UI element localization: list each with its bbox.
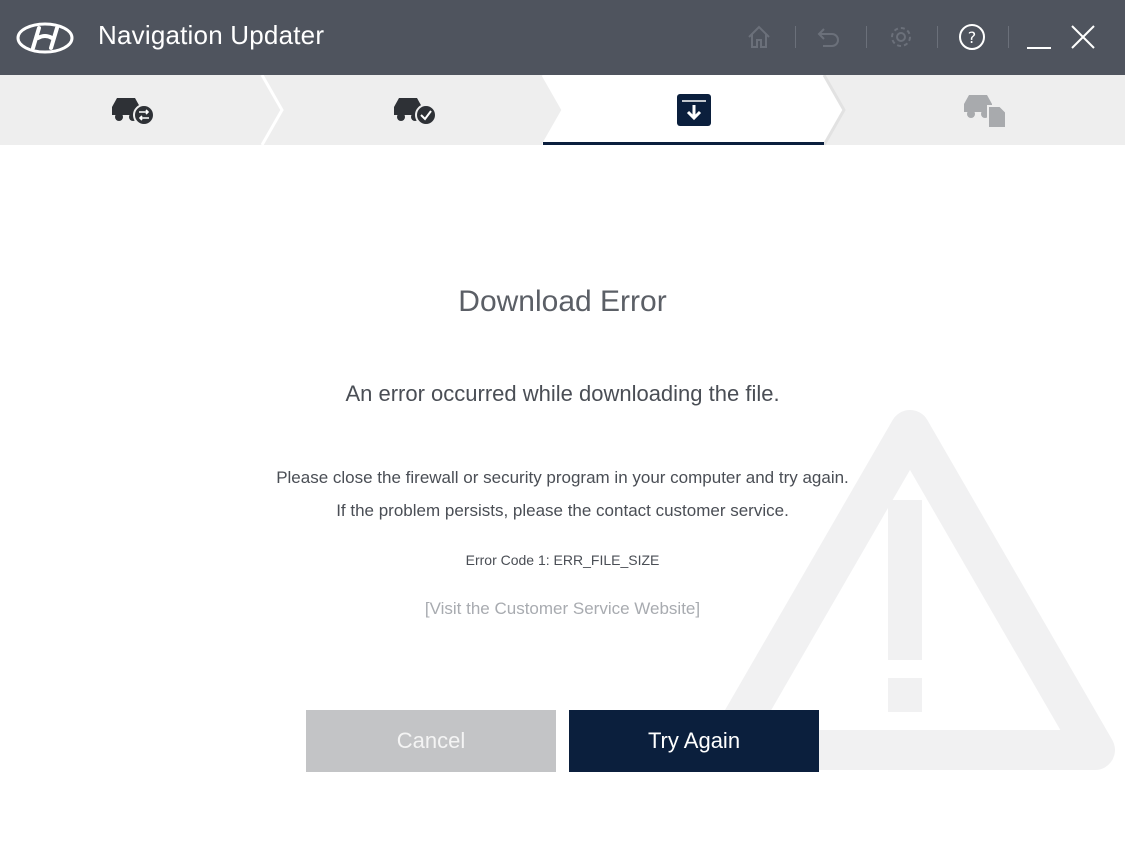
error-code: Error Code 1: ERR_FILE_SIZE <box>465 552 660 568</box>
car-sync-icon <box>111 98 155 126</box>
error-detail: Please close the firewall or security pr… <box>0 461 1125 527</box>
title-bar: Navigation Updater ? <box>0 0 1125 75</box>
try-again-button[interactable]: Try Again <box>569 710 819 772</box>
svg-text:?: ? <box>968 28 977 47</box>
error-detail-line: If the problem persists, please the cont… <box>336 501 789 520</box>
help-icon[interactable]: ? <box>955 20 989 54</box>
undo-icon[interactable] <box>812 20 846 54</box>
cancel-button[interactable]: Cancel <box>306 710 556 772</box>
close-icon[interactable] <box>1066 20 1100 54</box>
error-detail-line: Please close the firewall or security pr… <box>276 468 849 487</box>
hyundai-logo-icon <box>16 22 74 54</box>
error-dialog: Download Error An error occurred while d… <box>0 145 1125 850</box>
car-sdcard-icon <box>963 95 1007 129</box>
step-install-sdcard <box>844 75 1125 145</box>
download-icon <box>676 94 711 126</box>
step-progress-bar <box>0 75 1125 145</box>
step-download <box>563 75 824 145</box>
titlebar-separator <box>795 26 796 48</box>
step-connect-vehicle <box>0 75 265 145</box>
home-icon[interactable] <box>742 20 776 54</box>
error-message: An error occurred while downloading the … <box>345 381 780 406</box>
minimize-icon[interactable] <box>1022 20 1056 54</box>
step-verify-vehicle <box>282 75 547 145</box>
titlebar-separator <box>866 26 867 48</box>
car-check-icon <box>393 98 437 126</box>
titlebar-separator <box>937 26 938 48</box>
settings-icon[interactable] <box>884 20 918 54</box>
customer-service-link[interactable]: [Visit the Customer Service Website] <box>0 599 1125 619</box>
app-title: Navigation Updater <box>98 20 325 50</box>
titlebar-separator <box>1008 26 1009 48</box>
error-title: Download Error <box>458 285 667 318</box>
